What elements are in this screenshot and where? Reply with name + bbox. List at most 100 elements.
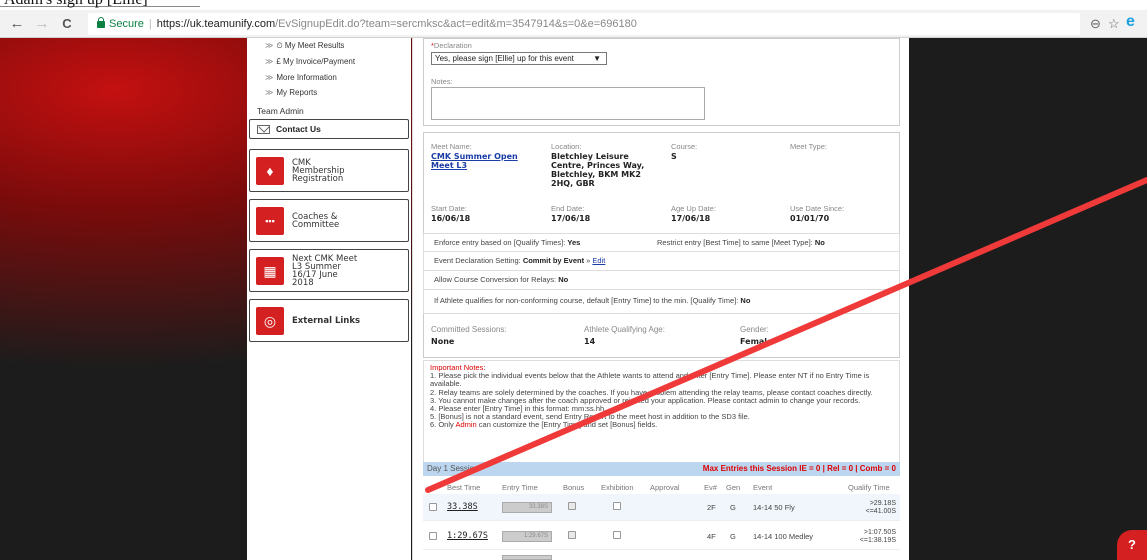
forward-icon[interactable]: →	[33, 15, 51, 33]
reload-icon[interactable]: C	[58, 15, 76, 33]
help-button[interactable]: ?	[1117, 530, 1147, 560]
col-exhibition: Exhibition	[601, 483, 634, 492]
col-qualify: Qualify Time	[848, 483, 890, 492]
qualify-time: >29.18S <=41.00S	[865, 500, 896, 515]
entry-time-input[interactable]	[502, 555, 552, 560]
external-links-tile-label: External Links	[292, 315, 361, 326]
gender-value: Female	[740, 337, 773, 346]
age-up-label: Age Up Date:	[671, 204, 717, 213]
course-label: Course:	[671, 142, 698, 151]
next-meet-tile-label: Next CMK Meet L3 Summer 16/17 June 2018	[292, 253, 358, 288]
caption-strip: Adam's sign up [Ellie]	[0, 0, 1147, 10]
exhibition-checkbox[interactable]	[613, 531, 621, 539]
bonus-checkbox[interactable]	[568, 531, 576, 539]
extension-icon[interactable]: e	[1126, 13, 1135, 31]
table-row: 33.38S 33.38S 2F G 14-14 50 Fly >29.18S …	[423, 494, 900, 521]
meet-name-label: Meet Name:	[431, 142, 472, 151]
notes-textarea[interactable]	[431, 87, 705, 120]
table-row: 1:29.67S 1:29.67S 4F G 14-14 100 Medley …	[423, 523, 900, 550]
col-approval: Approval	[650, 483, 680, 492]
browser-toolbar: ← → C Secure | https://uk.teamunify.com/Ev…	[0, 10, 1147, 38]
sessions-value: None	[431, 337, 455, 346]
caption-text: Adam's sign up [Ellie]	[4, 0, 148, 9]
best-time-link[interactable]: 1:29.67S	[447, 531, 488, 541]
meet-type-label: Meet Type:	[790, 142, 827, 151]
location-label: Location:	[551, 142, 582, 151]
end-date-value: 17/06/18	[551, 214, 591, 223]
sidebar-item-more-info[interactable]: ≫ More Information	[265, 73, 337, 82]
next-meet-tile[interactable]: ▦ Next CMK Meet L3 Summer 16/17 June 201…	[249, 249, 409, 292]
max-entries: Max Entries this Session IE = 0 | Rel = …	[702, 464, 896, 473]
qualifying-age-label: Athlete Qualifying Age:	[584, 325, 665, 334]
external-links-tile[interactable]: ◎ External Links	[249, 299, 409, 342]
meet-name-link[interactable]: CMK Summer Open Meet L3	[431, 152, 526, 170]
event-gender: G	[730, 503, 736, 512]
non-conforming-row: If Athlete qualifies for non-conforming …	[423, 290, 900, 314]
event-number: 4F	[707, 532, 716, 541]
age-up-value: 17/06/18	[671, 214, 711, 223]
sidebar-item-reports[interactable]: ≫ My Reports	[265, 88, 317, 97]
important-notes: Important Notes: 1. Please pick the indi…	[423, 360, 900, 463]
sidebar-item-meet-results[interactable]: ≫ ⏲ My Meet Results	[265, 41, 344, 51]
select-checkbox[interactable]	[429, 503, 437, 511]
contact-us-button[interactable]: Contact Us	[249, 119, 409, 139]
coaches-tile[interactable]: ▪▪▪ Coaches & Committee	[249, 199, 409, 242]
membership-icon: ♦	[256, 157, 284, 185]
main-panel: *Declaration Yes, please sign [Ellie] up…	[412, 38, 909, 560]
course-value: S	[671, 152, 677, 161]
address-bar[interactable]: Secure | https://uk.teamunify.com/EvSignup…	[88, 13, 1080, 35]
col-event: Event	[753, 483, 773, 492]
start-date-value: 16/06/18	[431, 214, 471, 223]
url-path: /EvSignupEdit.do?team=sercmksc&act=edit&…	[275, 18, 637, 30]
url-host: https://uk.teamunify.com	[156, 18, 276, 30]
dropdown-caret-icon: ▼	[593, 54, 601, 63]
event-name: 14-14 100 Medley	[753, 532, 814, 541]
events-table: Best Time Entry Time Bonus Exhibition Ap…	[423, 478, 900, 560]
sidebar: ≫ ⏲ My Meet Results ≫ £ My Invoice/Payment…	[247, 38, 411, 560]
bonus-checkbox[interactable]	[568, 502, 576, 510]
col-best-time: Best Time	[447, 483, 481, 492]
start-date-label: Start Date:	[431, 204, 467, 213]
coaches-tile-label: Coaches & Committee	[292, 211, 340, 230]
sidebar-item-team-admin[interactable]: Team Admin	[257, 106, 304, 116]
back-icon[interactable]: ←	[8, 15, 26, 33]
end-date-label: End Date:	[551, 204, 585, 213]
exhibition-checkbox[interactable]	[613, 502, 621, 510]
use-date-label: Use Date Since:	[790, 204, 845, 213]
event-gender: G	[730, 532, 736, 541]
enforce-row: Enforce entry based on [Qualify Times]: …	[423, 233, 900, 252]
people-icon: ▪▪▪	[256, 207, 284, 235]
zoom-icon[interactable]: ⊖	[1090, 15, 1101, 33]
sessions-label: Committed Sessions:	[431, 325, 507, 334]
declaration-setting-row: Event Declaration Setting: Commit by Eve…	[423, 252, 900, 271]
col-gen: Gen	[726, 483, 741, 492]
envelope-icon	[257, 125, 270, 134]
course-conversion-row: Allow Course Conversion for Relays: No	[423, 271, 900, 290]
best-time-link[interactable]: 33.38S	[447, 502, 478, 512]
membership-tile-label: CMK Membership Registration	[292, 157, 345, 184]
col-entry-time: Entry Time	[502, 483, 538, 492]
notes-label: Notes:	[431, 77, 453, 86]
qualifying-age-value: 14	[584, 337, 596, 346]
col-ev: Ev#	[704, 483, 717, 492]
declaration-select[interactable]: Yes, please sign [Ellie] up for this eve…	[431, 52, 607, 65]
membership-tile[interactable]: ♦ CMK Membership Registration	[249, 149, 409, 192]
gender-label: Gender:	[740, 325, 769, 334]
secure-label: Secure	[109, 18, 144, 30]
compass-icon: ◎	[256, 307, 284, 335]
select-checkbox[interactable]	[429, 532, 437, 540]
edit-link[interactable]: Edit	[592, 256, 605, 265]
clock-icon: ⏲	[276, 41, 285, 50]
event-name: 14-14 50 Fly	[753, 503, 795, 512]
entry-time-input[interactable]: 33.38S	[502, 502, 552, 513]
calendar-icon: ▦	[256, 257, 284, 285]
sidebar-item-invoice[interactable]: ≫ £ My Invoice/Payment	[265, 57, 355, 66]
location-value: Bletchley Leisure Centre, Princes Way, B…	[551, 152, 645, 188]
use-date-value: 01/01/70	[790, 214, 830, 223]
event-number: 2F	[707, 503, 716, 512]
star-icon[interactable]: ☆	[1108, 15, 1120, 33]
col-bonus: Bonus	[563, 483, 585, 492]
qualify-time: >1:07.50S <=1:38.19S	[859, 529, 896, 544]
entry-time-input[interactable]: 1:29.67S	[502, 531, 552, 542]
session-header: Day 1 Session Max Entries this Session I…	[423, 462, 900, 476]
